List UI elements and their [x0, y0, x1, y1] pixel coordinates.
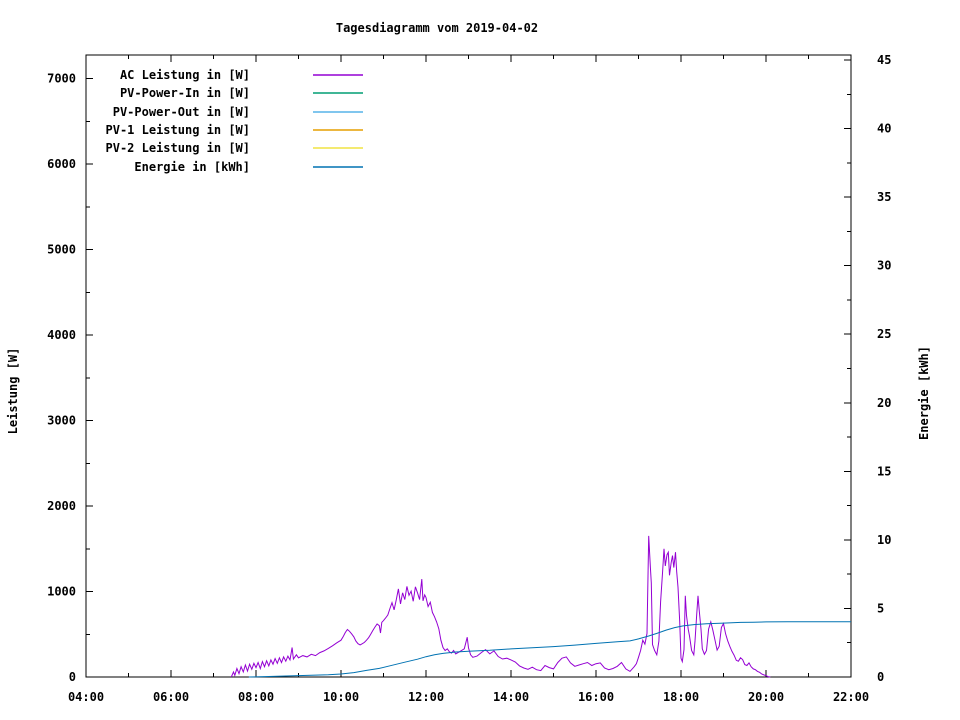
x-tick-label: 04:00 — [68, 690, 104, 704]
y2-tick-label: 0 — [877, 670, 884, 684]
x-tick-label: 20:00 — [748, 690, 784, 704]
chart-title: Tagesdiagramm vom 2019-04-02 — [336, 21, 538, 35]
chart-canvas: Tagesdiagramm vom 2019-04-02 Leistung [W… — [0, 0, 960, 720]
y-tick-label: 0 — [69, 670, 76, 684]
series-line-energie-in-kwh — [248, 621, 851, 678]
y2-tick-label: 20 — [877, 396, 891, 410]
y-tick-label: 7000 — [47, 72, 76, 86]
y2-tick-label: 40 — [877, 122, 891, 136]
y-tick-label: 1000 — [47, 585, 76, 599]
y2-tick-label: 35 — [877, 190, 891, 204]
right-axis-label: Energie [kWh] — [917, 346, 931, 440]
y-tick-label: 6000 — [47, 157, 76, 171]
tagesdiagramm-chart: Tagesdiagramm vom 2019-04-02 Leistung [W… — [6, 21, 931, 704]
left-axis-label: Leistung [W] — [6, 348, 20, 435]
x-tick-label: 18:00 — [663, 690, 699, 704]
y-tick-label: 3000 — [47, 414, 76, 428]
legend: AC Leistung in [W] PV-Power-In in [W] PV… — [106, 68, 363, 174]
x-tick-label: 10:00 — [323, 690, 359, 704]
x-tick-label: 14:00 — [493, 690, 529, 704]
x-tick-label: 16:00 — [578, 690, 614, 704]
y2-tick-label: 10 — [877, 533, 891, 547]
legend-label-pv2-leistung: PV-2 Leistung in [W] — [106, 141, 251, 155]
x-tick-label: 12:00 — [408, 690, 444, 704]
legend-label-pv-power-out: PV-Power-Out in [W] — [113, 105, 250, 119]
x-tick-label: 22:00 — [833, 690, 869, 704]
x-tick-label: 08:00 — [238, 690, 274, 704]
y-tick-label: 4000 — [47, 328, 76, 342]
legend-label-pv1-leistung: PV-1 Leistung in [W] — [106, 123, 251, 137]
y2-tick-label: 45 — [877, 53, 891, 67]
legend-label-ac-leistung: AC Leistung in [W] — [120, 68, 250, 82]
legend-label-pv-power-in: PV-Power-In in [W] — [120, 86, 250, 100]
y2-tick-label: 15 — [877, 464, 891, 478]
y-tick-label: 2000 — [47, 499, 76, 513]
y-tick-label: 5000 — [47, 243, 76, 257]
y2-tick-label: 30 — [877, 259, 891, 273]
series-line-ac-leistung-in-w — [230, 535, 771, 678]
legend-label-energie: Energie in [kWh] — [134, 160, 250, 174]
x-tick-label: 06:00 — [153, 690, 189, 704]
y2-tick-label: 25 — [877, 327, 891, 341]
series-lines — [230, 535, 851, 678]
y2-tick-label: 5 — [877, 601, 884, 615]
